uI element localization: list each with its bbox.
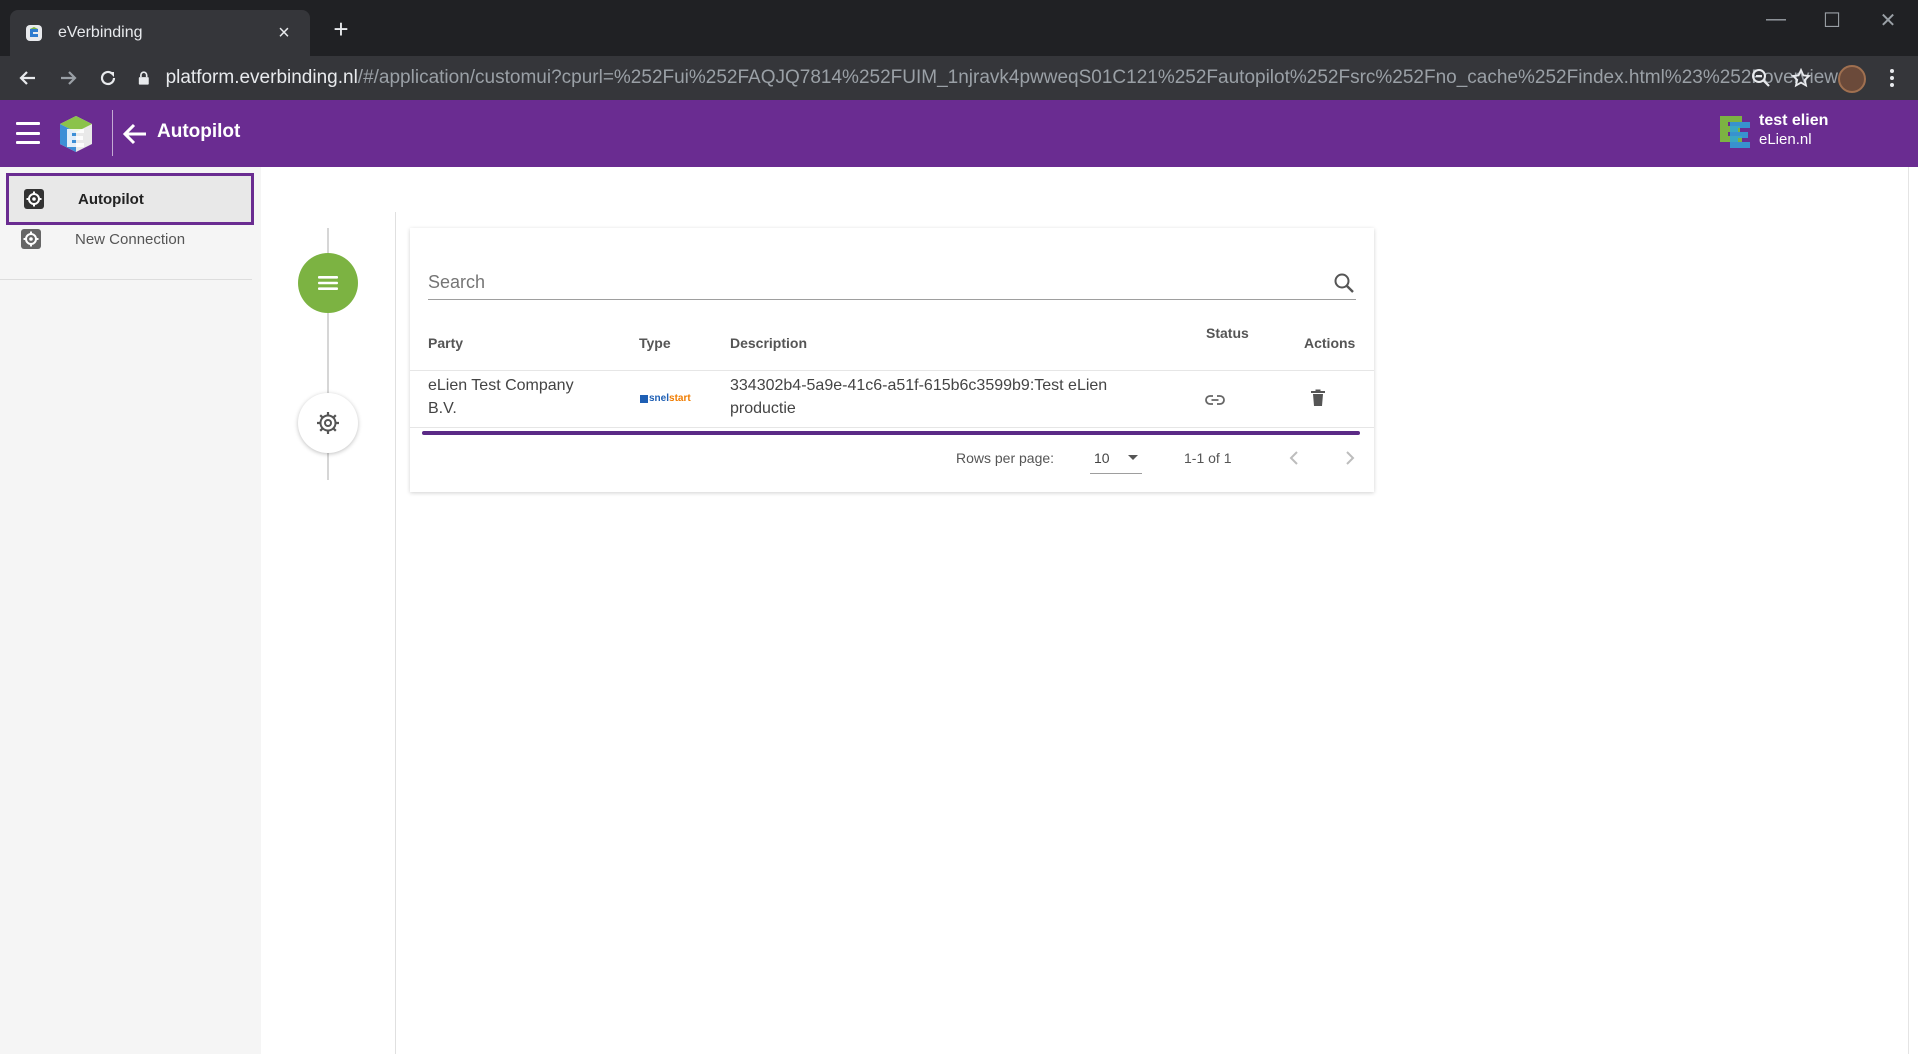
sidebar-item-autopilot[interactable]: Autopilot <box>6 173 254 225</box>
sidebar-item-label: New Connection <box>75 230 186 248</box>
zoom-out-icon <box>1752 69 1770 87</box>
party-name-line: B.V. <box>428 400 457 417</box>
settings-box-icon <box>21 229 41 249</box>
sidebar-divider <box>0 279 252 280</box>
arrow-right-icon <box>61 71 77 85</box>
user-organization: eLien.nl <box>1759 131 1812 148</box>
user-name[interactable]: test elien <box>1759 112 1828 130</box>
rows-per-page-select[interactable]: 10 <box>1090 442 1142 474</box>
everbinding-favicon-icon <box>26 25 42 41</box>
browser-tab[interactable]: eVerbinding × <box>10 10 310 56</box>
reload-icon <box>100 70 116 86</box>
lock-icon <box>138 71 149 85</box>
search-icon[interactable] <box>1332 271 1356 295</box>
zoom-button[interactable] <box>1747 64 1775 92</box>
chevron-left-icon <box>1289 451 1298 465</box>
column-header-party[interactable]: Party <box>428 335 463 351</box>
row-separator <box>410 427 1374 428</box>
header-row-separator <box>410 370 1374 371</box>
highlight-underline <box>422 431 1360 435</box>
content-right-border <box>1908 167 1909 1054</box>
page-range: 1-1 of 1 <box>1184 450 1232 466</box>
new-tab-button[interactable]: + <box>326 14 356 44</box>
sidebar-item-new-connection[interactable]: New Connection <box>6 221 254 257</box>
sidebar: Autopilot New Connection <box>0 167 261 1054</box>
rows-per-page-value: 10 <box>1094 449 1110 466</box>
caret-down-icon <box>1128 455 1138 460</box>
overview-step-button[interactable] <box>298 253 358 313</box>
browser-back-button[interactable] <box>12 62 44 94</box>
description-cell: 334302b4-5a9e-41c6-a51f-615b6c3599b9:Tes… <box>730 374 1190 420</box>
page-title: Autopilot <box>157 121 241 142</box>
link-icon[interactable] <box>1205 393 1225 407</box>
party-cell: eLien Test Company B.V. <box>428 374 628 420</box>
column-header-actions: Actions <box>1304 335 1356 351</box>
chevron-right-icon <box>1346 451 1355 465</box>
next-page-button[interactable] <box>1336 444 1364 472</box>
connections-card: Party Type Description Status Actions eL… <box>410 228 1374 492</box>
column-header-type[interactable]: Type <box>639 335 671 351</box>
browser-reload-button[interactable] <box>92 62 124 94</box>
gear-icon <box>317 412 339 434</box>
delete-icon[interactable] <box>1310 389 1326 407</box>
header-divider <box>112 110 113 156</box>
browser-menu-button[interactable] <box>1878 64 1906 92</box>
kebab-menu-icon <box>1890 69 1894 87</box>
url-host: platform.everbinding.nl <box>165 67 358 88</box>
content-divider <box>395 212 396 1054</box>
browser-tab-bar: eVerbinding × + — ☐ ✕ <box>0 0 1918 56</box>
column-header-description[interactable]: Description <box>730 335 807 351</box>
type-logo-text: snelstart <box>649 393 691 404</box>
star-icon <box>1791 68 1811 88</box>
window-minimize-button[interactable]: — <box>1756 8 1796 31</box>
tab-title: eVerbinding <box>58 24 143 41</box>
settings-step-button[interactable] <box>298 393 358 453</box>
window-maximize-button[interactable]: ☐ <box>1812 8 1852 33</box>
list-icon <box>318 276 338 290</box>
snelstart-logo: snelstart <box>640 393 691 404</box>
rows-per-page-label: Rows per page: <box>956 450 1055 466</box>
sidebar-item-label: Autopilot <box>78 190 144 208</box>
elien-logo-icon <box>1720 116 1750 148</box>
hamburger-menu-icon[interactable] <box>16 122 40 144</box>
settings-box-icon <box>24 189 44 209</box>
profile-avatar[interactable] <box>1838 65 1866 93</box>
tab-close-icon[interactable]: × <box>272 22 296 45</box>
bookmark-button[interactable] <box>1787 64 1815 92</box>
search-input[interactable] <box>428 272 1332 293</box>
back-arrow-icon[interactable] <box>122 122 148 146</box>
address-bar[interactable]: platform.everbinding.nl /#/application/c… <box>138 60 1838 96</box>
everbinding-logo-icon[interactable] <box>56 114 96 154</box>
search-field <box>428 266 1356 300</box>
window-close-button[interactable]: ✕ <box>1868 8 1908 33</box>
party-name-line: eLien Test Company <box>428 377 574 394</box>
column-header-status[interactable]: Status <box>1206 325 1249 341</box>
snelstart-logo-mark-icon <box>640 394 648 403</box>
browser-forward-button[interactable] <box>52 62 84 94</box>
app-header: Autopilot test elien eLien.nl <box>0 100 1918 167</box>
description-line: 334302b4-5a9e-41c6-a51f-615b6c3599b9:Tes… <box>730 377 1108 394</box>
arrow-left-icon <box>19 71 35 85</box>
browser-toolbar: platform.everbinding.nl /#/application/c… <box>0 56 1918 100</box>
url-path: /#/application/customui?cpurl=%252Fui%25… <box>357 67 1838 88</box>
description-line: productie <box>730 400 796 417</box>
previous-page-button[interactable] <box>1280 444 1308 472</box>
